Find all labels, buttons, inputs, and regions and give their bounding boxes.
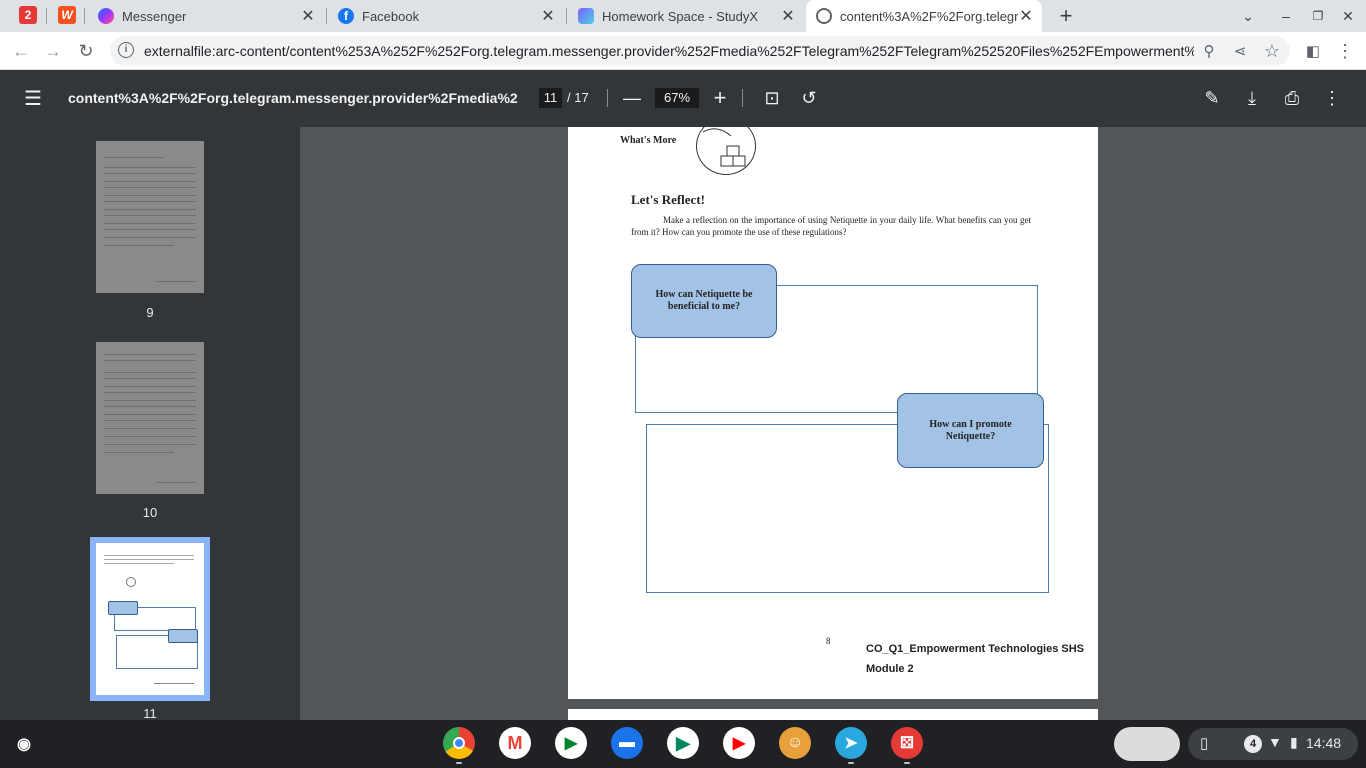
section-body: Make a reflection on the importance of u… [631,215,1031,237]
pdf-viewer[interactable]: What's More Let's Reflect! Make a reflec… [300,127,1366,720]
pinned-app-2-icon[interactable]: 2 [19,6,37,24]
tab-studyx[interactable]: Homework Space - StudyX ✕ [568,0,804,32]
browser-toolbar: ← → ↻ i externalfile:arc-content/content… [0,32,1366,70]
facebook-icon: f [338,8,354,24]
thumbnail-page-number: 11 [143,706,157,720]
whats-more-heading: What's More [620,135,677,146]
thumbnail-page-number: 9 [146,305,154,320]
hamburger-menu-icon[interactable]: ☰ [21,86,45,110]
page-number-input[interactable]: 11 [539,88,562,108]
omnibox[interactable]: i externalfile:arc-content/content%253A%… [110,36,1290,66]
tab-label: content%3A%2F%2Forg.telegram [840,8,1018,24]
question-text: How can I promote Netiquette? [929,418,1012,442]
close-tab-icon[interactable]: ✕ [540,6,556,26]
browser-menu-icon[interactable]: ⋮ [1334,40,1356,62]
page-number: 8 [826,636,831,646]
back-arrow-icon[interactable]: ← [10,40,32,62]
chrome-icon[interactable] [443,727,475,759]
telegram-icon[interactable]: ➤ [835,727,867,759]
restore-icon[interactable]: ❐ [1310,0,1326,32]
gmail-icon[interactable]: M [499,727,531,759]
close-tab-icon[interactable]: ✕ [1018,6,1034,26]
new-tab-button[interactable]: + [1054,0,1078,32]
pdf-page: What's More Let's Reflect! Make a reflec… [568,127,1098,699]
close-tab-icon[interactable]: ✕ [300,6,316,26]
tab-messenger[interactable]: Messenger ✕ [88,0,324,32]
emblem-icon [696,127,756,175]
app-red-icon[interactable]: ⚄ [891,727,923,759]
battery-icon: ▮ [1290,734,1298,750]
download-icon[interactable]: ⤓ [1240,86,1264,110]
pdf-title: content%3A%2F%2Forg.telegram.messenger.p… [68,90,518,106]
tab-label: Messenger [122,8,187,24]
zoom-icon[interactable]: ⚲ [1198,40,1220,62]
question-bubble-2: How can I promote Netiquette? [897,393,1044,468]
page-total: / 17 [567,90,589,105]
share-icon[interactable]: ⋖ [1229,40,1251,62]
pinned-app-label: 2 [24,8,32,22]
page-thumbnail-11-selected[interactable] [90,537,210,701]
tab-label: Homework Space - StudyX [602,8,759,24]
tab-facebook[interactable]: f Facebook ✕ [328,0,564,32]
tab-search-chevron-icon[interactable]: ⌄ [1238,0,1258,32]
pdf-toolbar: ☰ content%3A%2F%2Forg.telegram.messenger… [0,70,1366,127]
notification-count-badge[interactable]: 4 [1244,735,1262,753]
footer-course: CO_Q1_Empowerment Technologies SHS [866,643,1085,655]
clock: 14:48 [1306,735,1342,751]
youtube-icon[interactable]: ▶ [723,727,755,759]
info-icon[interactable]: i [118,42,134,58]
page-thumbnail-10[interactable] [96,342,204,494]
minimize-icon[interactable]: – [1278,0,1294,32]
os-shelf: ◉ M ▶ ▬ ▶ ▶ ☺ ➤ ⚄ ▯ 4 ▼ ▮ 14:48 [0,720,1366,768]
page-thumbnail-9[interactable] [96,141,204,293]
bookmark-star-icon[interactable]: ☆ [1261,40,1283,62]
messenger-icon [98,8,114,24]
next-pdf-page [568,709,1098,720]
zoom-level-input[interactable]: 67% [655,88,699,108]
reload-icon[interactable]: ↻ [75,40,97,62]
files-icon[interactable]: ▬ [611,727,643,759]
studyx-icon [578,8,594,24]
pinned-app-w-icon[interactable]: W [58,6,76,24]
close-window-icon[interactable]: ✕ [1340,0,1356,32]
rotate-icon[interactable]: ↺ [797,86,821,110]
zoom-out-icon[interactable]: — [620,86,644,110]
url-text[interactable]: externalfile:arc-content/content%253A%25… [144,43,1194,59]
question-text: How can Netiquette be beneficial to me? [655,289,753,312]
annotate-pen-icon[interactable]: ✎ [1200,86,1224,110]
thumbnail-page-number: 10 [142,505,158,520]
side-panel-icon[interactable]: ◧ [1302,40,1324,62]
meet-icon[interactable]: ▶ [555,727,587,759]
close-tab-icon[interactable]: ✕ [780,6,796,26]
play-store-icon[interactable]: ▶ [667,727,699,759]
print-icon[interactable]: ⎙ [1280,86,1304,110]
phone-hub-icon[interactable]: ▯ [1200,734,1208,752]
pdf-more-menu-icon[interactable]: ⋮ [1320,86,1344,110]
pinned-app-label: W [61,8,73,22]
fit-page-icon[interactable]: ⊡ [760,86,784,110]
tab-label: Facebook [362,8,420,24]
section-title: Let's Reflect! [631,192,705,207]
holding-space-icon[interactable] [1114,727,1180,761]
launcher-icon[interactable]: ◉ [8,728,40,760]
forward-arrow-icon[interactable]: → [42,40,64,62]
footer-module: Module 2 [866,663,914,675]
zoom-in-icon[interactable]: + [708,85,732,110]
question-bubble-1: How can Netiquette be beneficial to me? [631,264,777,338]
wifi-icon: ▼ [1268,734,1282,750]
status-area[interactable]: ▯ 4 ▼ ▮ 14:48 [1188,728,1358,760]
thumbnail-sidebar: 9 10 11 [0,127,300,720]
tab-strip: 2 W Messenger ✕ f Facebook ✕ Homework Sp… [0,0,1366,32]
game-icon[interactable]: ☺ [779,727,811,759]
globe-icon [816,8,832,24]
tab-pdf-content[interactable]: content%3A%2F%2Forg.telegram ✕ [806,0,1042,32]
